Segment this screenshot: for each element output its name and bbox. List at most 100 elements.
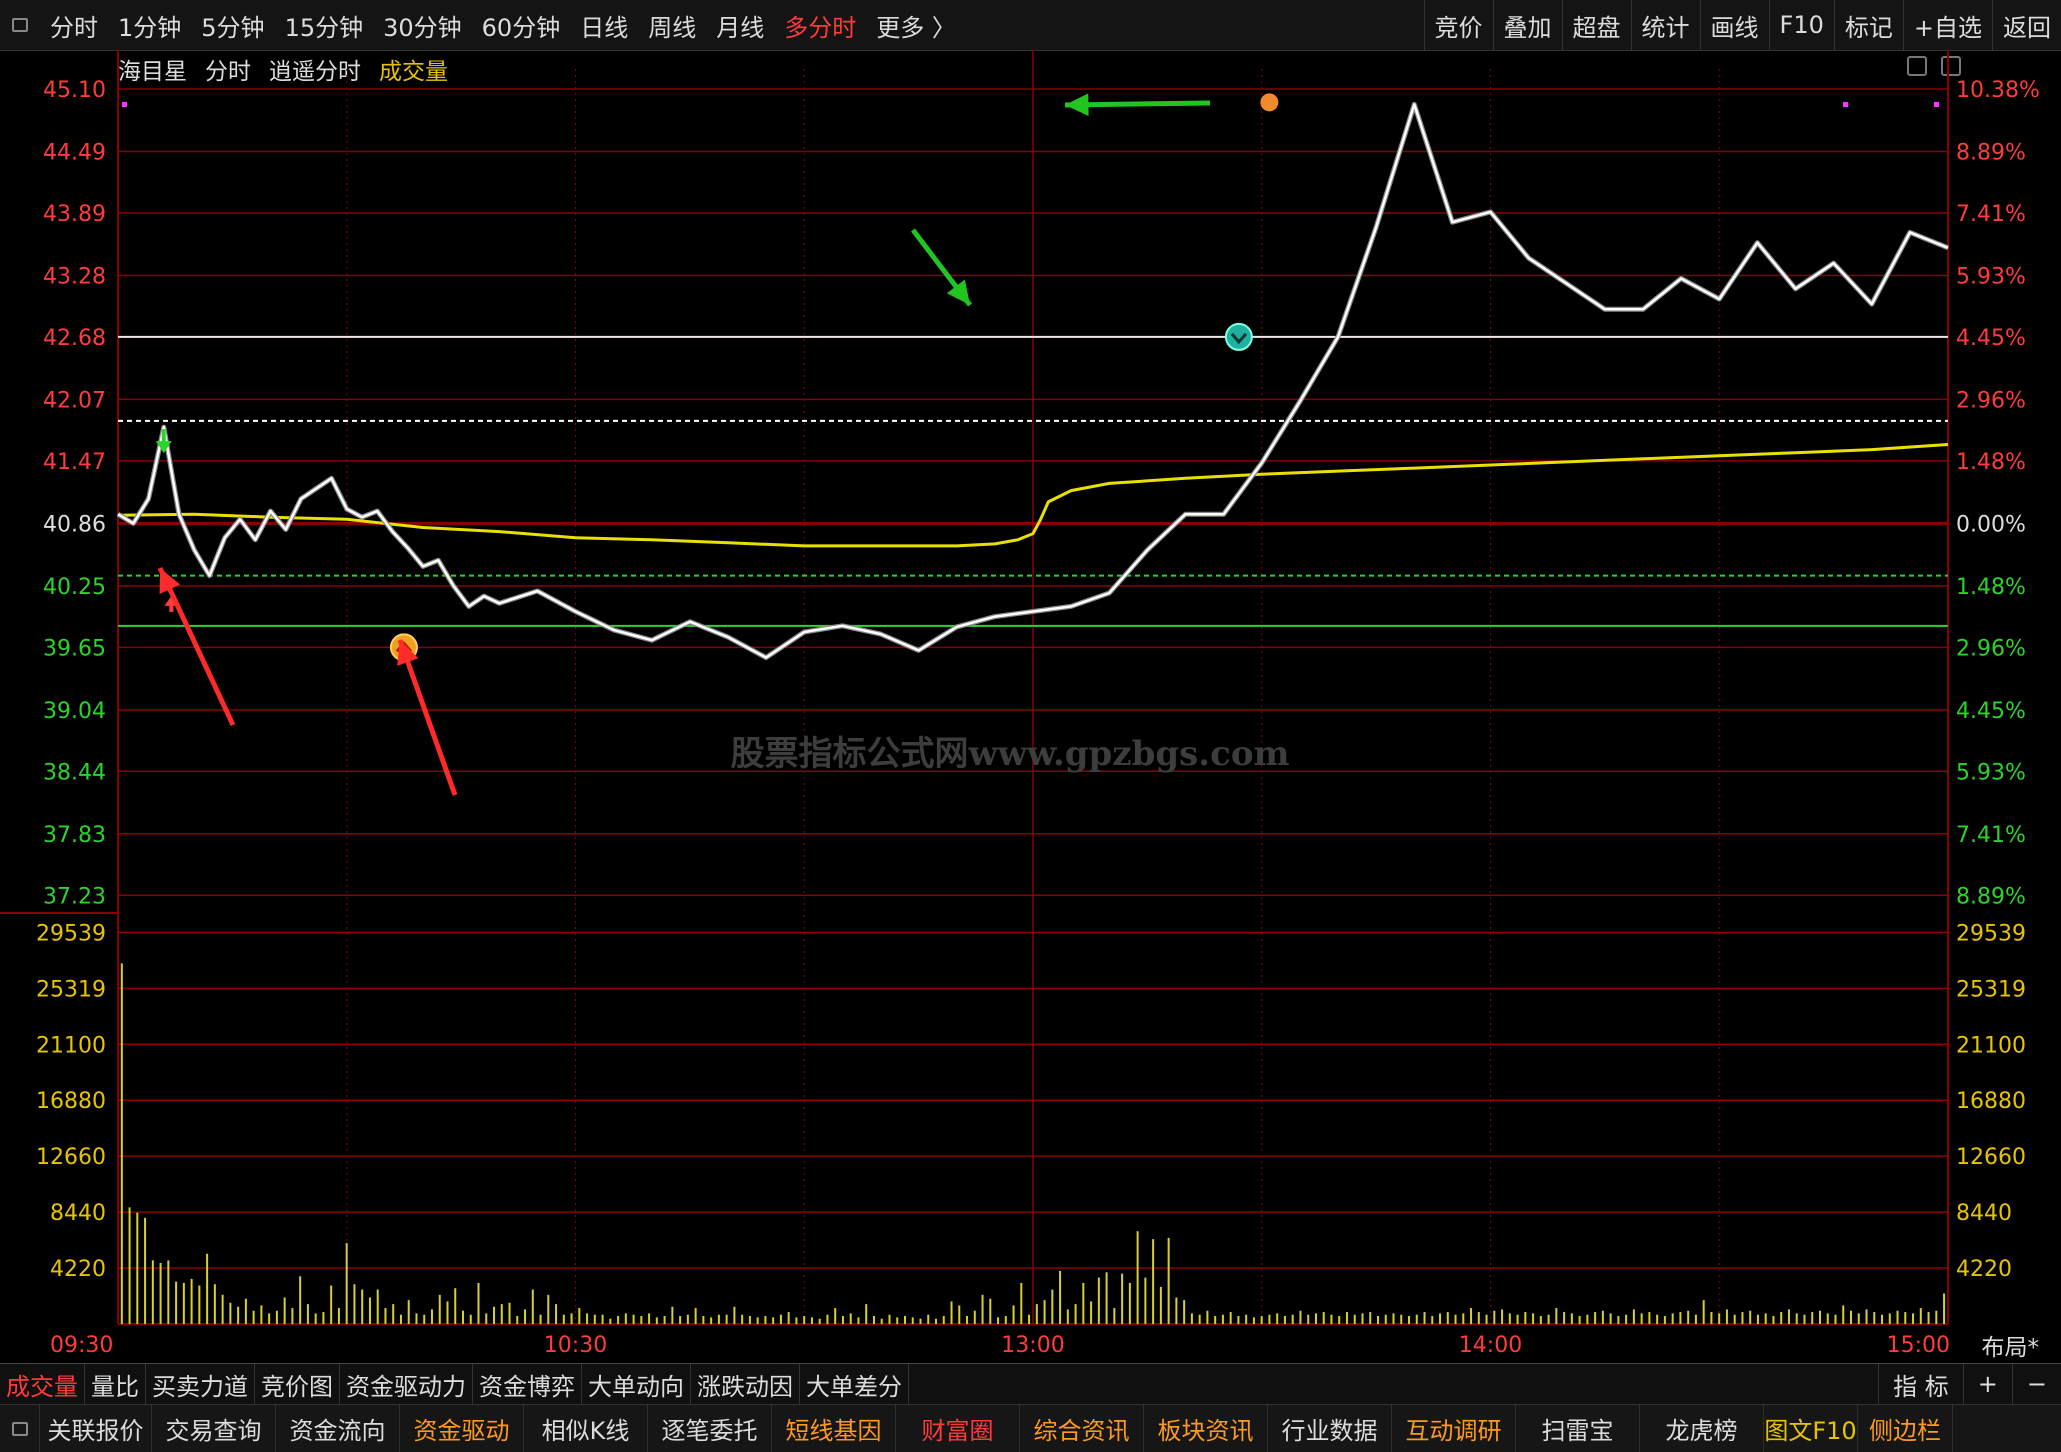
sell-signal-1 — [1224, 322, 1253, 351]
pct-tick-label: 10.38% — [1956, 78, 2040, 103]
toolbar-button-1[interactable]: 叠加 — [1492, 0, 1562, 50]
volume-tick-label: 25319 — [36, 977, 106, 1002]
period-selector: 分时 1分钟 5分钟 15分钟 30分钟 60分钟 日线 周线 月线 多分时 更多 〉 — [0, 0, 966, 50]
corner-marker — [122, 102, 127, 107]
period-tab-4[interactable]: 30分钟 — [373, 0, 472, 50]
footer-item-4[interactable]: 相似K线 — [524, 1405, 648, 1452]
period-tab-8[interactable]: 月线 — [706, 0, 774, 50]
indicator-control-1[interactable]: + — [1962, 1364, 2012, 1404]
price-tick-label: 42.68 — [43, 326, 106, 351]
volume-tick-label: 8440 — [50, 1201, 106, 1226]
early-sell-signal-stem — [161, 429, 166, 444]
price-tick-label: 45.10 — [43, 78, 106, 103]
indicator-tabs: 成交量 量比 买卖力道 竞价图 资金驱动力 资金博弈 大单动向 涨跌动因 大单差分 指 标 + − — [0, 1363, 2061, 1404]
period-tab-10[interactable]: 更多 〉 — [866, 0, 966, 50]
pct-tick-label: 8.89% — [1956, 140, 2026, 165]
footer-item-15[interactable]: 侧边栏 — [1858, 1405, 1953, 1452]
period-tab-7[interactable]: 周线 — [638, 0, 706, 50]
footer-item-6[interactable]: 短线基因 — [772, 1405, 896, 1452]
footer-item-8[interactable]: 综合资讯 — [1020, 1405, 1144, 1452]
volume-tick-label-right: 8440 — [1956, 1201, 2012, 1226]
footer-bar: 关联报价 交易查询 资金流向 资金驱动 相似K线 逐笔委托 短线基因 财富圈 综合资讯 板块资讯行… — [0, 1404, 2061, 1452]
indicator-tab-7[interactable]: 涨跌动因 — [691, 1364, 800, 1404]
price-tick-label: 39.04 — [43, 699, 106, 724]
price-tick-label: 40.25 — [43, 575, 106, 600]
footer-item-0[interactable]: 关联报价 — [40, 1405, 152, 1452]
price-tick-label: 39.65 — [43, 636, 106, 661]
price-tick-label: 43.28 — [43, 264, 106, 289]
indicator-tab-4[interactable]: 资金驱动力 — [340, 1364, 473, 1404]
toolbar-button-5[interactable]: F10 — [1768, 0, 1834, 50]
toolbar-button-2[interactable]: 超盘 — [1561, 0, 1631, 50]
footer-item-12[interactable]: 扫雷宝 — [1516, 1405, 1640, 1452]
period-tab-0[interactable]: 分时 — [40, 0, 108, 50]
volume-tick-label-right: 29539 — [1956, 921, 2026, 946]
layout-button[interactable]: 布局* — [1982, 1328, 2040, 1362]
indicator-tab-5[interactable]: 资金博弈 — [473, 1364, 582, 1404]
footer-item-13[interactable]: 龙虎榜 — [1640, 1405, 1764, 1452]
indicator-tab-1[interactable]: 量比 — [85, 1364, 146, 1404]
indicator-control-2[interactable]: − — [2011, 1364, 2061, 1404]
intraday-chart[interactable]: 45.10 10.38% 44.49 8.89% 43.89 7.41% 43.28 5.93… — [0, 50, 2061, 1362]
price-tick-label: 38.44 — [43, 760, 106, 785]
period-tab-5[interactable]: 60分钟 — [472, 0, 571, 50]
time-axis-label: 09:30 — [50, 1333, 113, 1358]
time-axis-label: 13:00 — [1001, 1333, 1064, 1358]
pct-tick-label: 4.45% — [1956, 699, 2026, 724]
volume-tick-label: 16880 — [36, 1089, 106, 1114]
pct-tick-label: 5.93% — [1956, 760, 2026, 785]
price-tick-label: 43.89 — [43, 202, 106, 227]
period-tab-1[interactable]: 1分钟 — [108, 0, 191, 50]
annotation-arrow-sell-head — [946, 279, 970, 305]
volume-tick-label: 4220 — [50, 1257, 106, 1282]
top-marker — [1260, 93, 1279, 112]
pct-tick-label: 2.96% — [1956, 636, 2026, 661]
buy-signal-1-stem — [169, 603, 174, 612]
footer-item-9[interactable]: 板块资讯 — [1144, 1405, 1268, 1452]
indicator-tab-3[interactable]: 竞价图 — [255, 1364, 340, 1404]
toolbar-button-7[interactable]: +自选 — [1902, 0, 1992, 50]
time-axis-label: 10:30 — [544, 1333, 607, 1358]
corner-marker — [1843, 102, 1848, 107]
footer-item-2[interactable]: 资金流向 — [276, 1405, 400, 1452]
toolbar-button-8[interactable]: 返回 — [1992, 0, 2061, 50]
pct-tick-label: 1.48% — [1956, 575, 2026, 600]
pct-tick-label: 0.00% — [1956, 512, 2026, 537]
period-tab-3[interactable]: 15分钟 — [275, 0, 374, 50]
footer-item-5[interactable]: 逐笔委托 — [648, 1405, 772, 1452]
period-tab-6[interactable]: 日线 — [570, 0, 638, 50]
annotation-arrow-buy-1-shaft — [157, 566, 236, 727]
volume-tick-label: 29539 — [36, 921, 106, 946]
footer-item-11[interactable]: 互动调研 — [1392, 1405, 1516, 1452]
indicator-control-0[interactable]: 指 标 — [1878, 1364, 1963, 1404]
footer-menu-icon[interactable] — [0, 1405, 40, 1452]
price-tick-label: 41.47 — [43, 450, 106, 475]
footer-item-1[interactable]: 交易查询 — [152, 1405, 276, 1452]
footer-item-7[interactable]: 财富圈 — [896, 1405, 1020, 1452]
indicator-tab-6[interactable]: 大单动向 — [582, 1364, 691, 1404]
top-toolbar: 分时 1分钟 5分钟 15分钟 30分钟 60分钟 日线 周线 月线 多分时 更多 〉 竞价 叠加 超盘… — [0, 0, 2061, 51]
price-tick-label: 37.83 — [43, 823, 106, 848]
indicator-tab-8[interactable]: 大单差分 — [800, 1364, 909, 1404]
time-axis-label: 15:00 — [1887, 1333, 1950, 1358]
price-tick-label: 44.49 — [43, 140, 106, 165]
period-tab-9[interactable]: 多分时 — [774, 0, 866, 50]
menu-icon[interactable] — [0, 0, 40, 50]
annotation-arrow-top-head — [1065, 93, 1089, 116]
price-tick-label: 37.23 — [43, 884, 106, 909]
toolbar-button-4[interactable]: 画线 — [1699, 0, 1769, 50]
indicator-tab-0[interactable]: 成交量 — [0, 1364, 85, 1404]
period-tab-2[interactable]: 5分钟 — [191, 0, 274, 50]
footer-item-10[interactable]: 行业数据 — [1268, 1405, 1392, 1452]
volume-tick-label-right: 21100 — [1956, 1033, 2026, 1058]
toolbar-button-3[interactable]: 统计 — [1630, 0, 1700, 50]
indicator-tab-2[interactable]: 买卖力道 — [146, 1364, 255, 1404]
pct-tick-label: 8.89% — [1956, 884, 2026, 909]
toolbar-button-6[interactable]: 标记 — [1833, 0, 1903, 50]
footer-item-14[interactable]: 图文F10 — [1764, 1405, 1858, 1452]
toolbar-button-0[interactable]: 竞价 — [1423, 0, 1493, 50]
pct-tick-label: 7.41% — [1956, 202, 2026, 227]
footer-item-3[interactable]: 资金驱动 — [400, 1405, 524, 1452]
volume-tick-label: 21100 — [36, 1033, 106, 1058]
volume-tick-label-right: 16880 — [1956, 1089, 2026, 1114]
